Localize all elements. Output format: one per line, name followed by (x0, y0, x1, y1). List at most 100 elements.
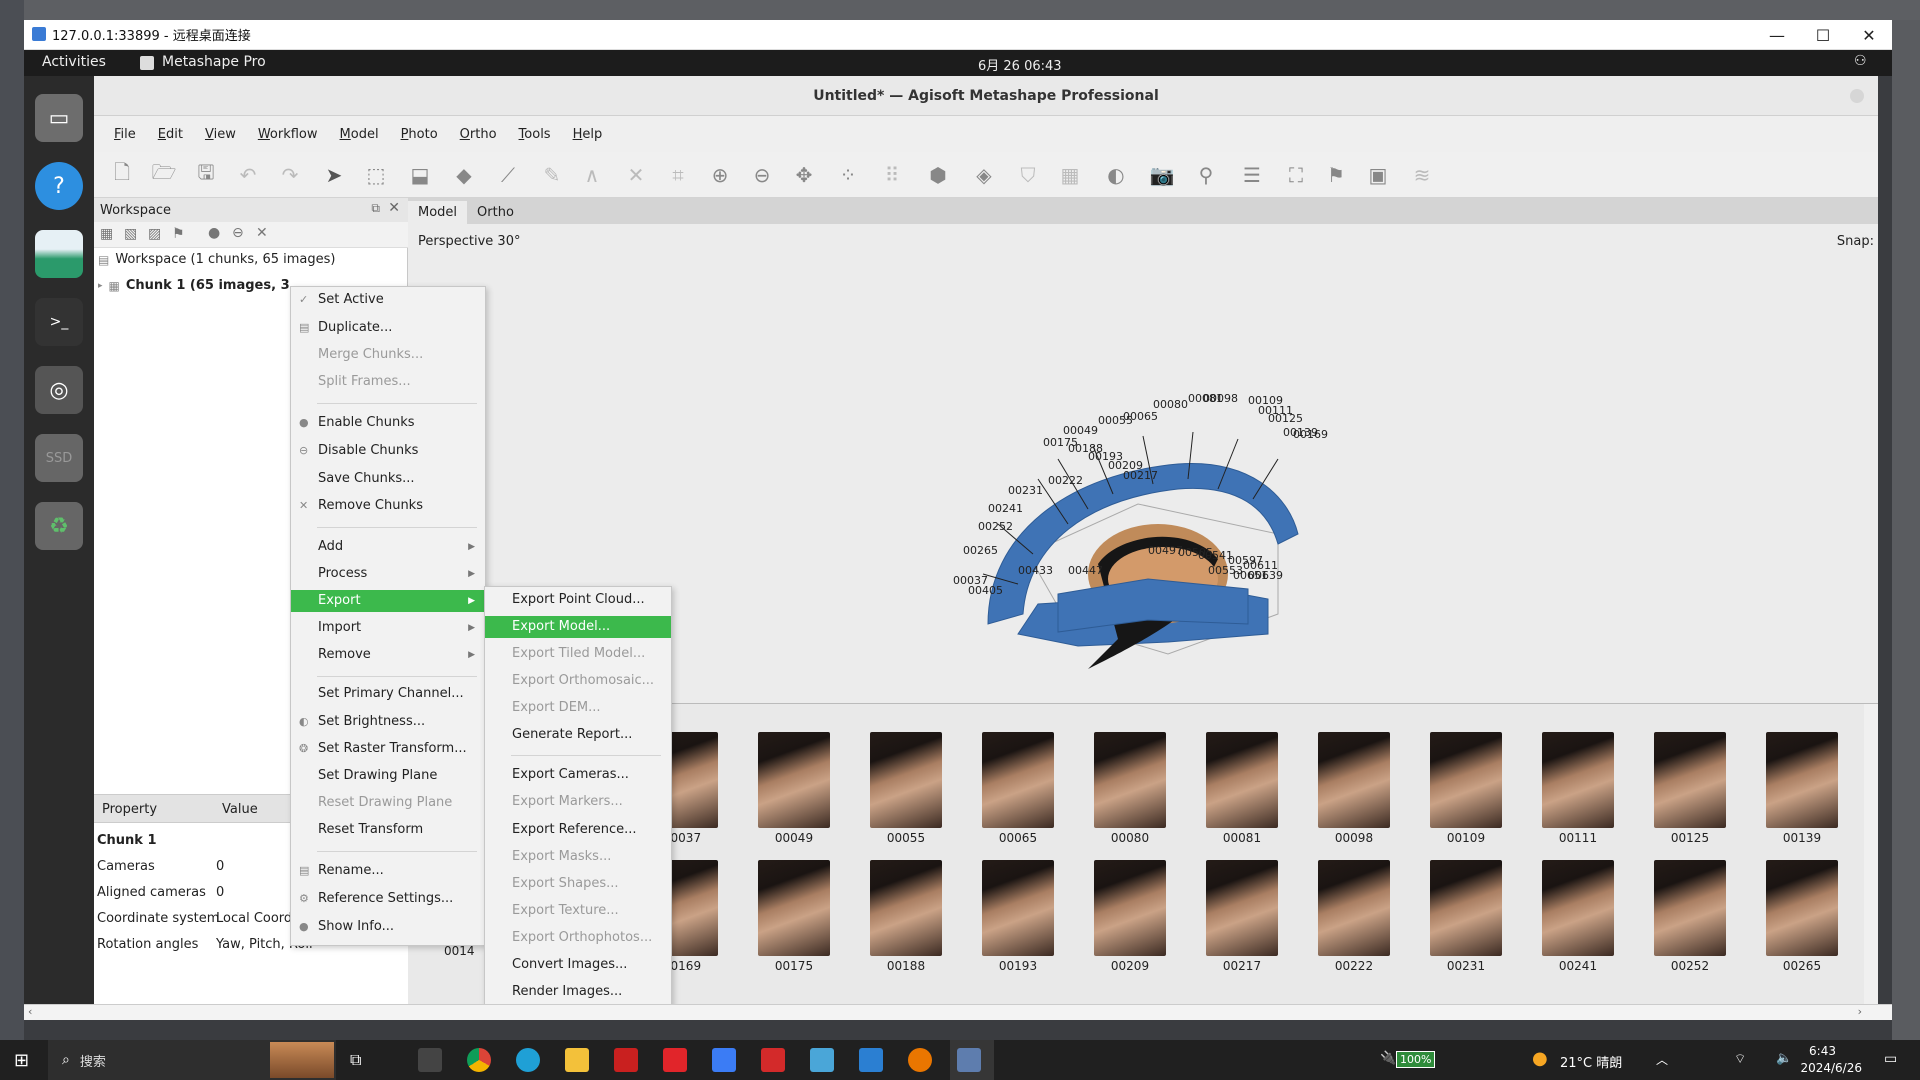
menu-help[interactable]: Help (573, 127, 603, 142)
menu-item-export-texture[interactable]: Export Texture... (485, 900, 671, 922)
photo-thumbnail[interactable] (1206, 860, 1278, 956)
menu-item-export[interactable]: Export ▶ (291, 590, 485, 612)
youdao-app-icon[interactable] (663, 1048, 687, 1072)
photo-thumbnail[interactable] (1430, 732, 1502, 828)
menu-item-export-markers[interactable]: Export Markers... (485, 791, 671, 813)
menu-item-convert-images[interactable]: Convert Images... (485, 954, 671, 976)
menu-item-disable-chunks[interactable]: ⊖ Disable Chunks (291, 440, 485, 462)
tab-ortho[interactable]: Ortho (467, 201, 524, 224)
rotate-object-icon[interactable]: ◆ (450, 161, 478, 189)
dense-cloud-icon[interactable]: ⠿ (878, 161, 906, 189)
vertical-scrollbar[interactable] (1864, 704, 1878, 1004)
tray-network-icon[interactable]: ⌔ (1734, 1051, 1746, 1067)
redo-icon[interactable]: ↷ (276, 161, 304, 189)
battery-indicator[interactable]: 100% (1396, 1051, 1436, 1068)
menu-item-add[interactable]: Add ▶ (291, 536, 485, 558)
scroll-left-icon[interactable]: ‹ (28, 1005, 32, 1018)
flag-icon[interactable]: ⚑ (1322, 161, 1350, 189)
network-icon[interactable]: ⚇ (1854, 53, 1867, 69)
acrobat-app-icon[interactable] (614, 1048, 638, 1072)
menu-item-split-frames[interactable]: Split Frames... (291, 371, 485, 393)
measure-icon[interactable]: ∧ (578, 161, 606, 189)
photo-thumbnail[interactable] (1094, 732, 1166, 828)
wps-app-icon[interactable] (761, 1048, 785, 1072)
disc-icon[interactable]: ◎ (35, 366, 83, 414)
menu-item-merge-chunks[interactable]: Merge Chunks... (291, 344, 485, 366)
photo-thumbnail[interactable] (870, 860, 942, 956)
help-icon[interactable]: ? (35, 162, 83, 210)
menu-item-export-model[interactable]: Export Model... (485, 616, 671, 638)
menu-item-rename[interactable]: ▤ Rename... (291, 860, 485, 882)
column-property[interactable]: Property (102, 802, 157, 817)
float-panel-icon[interactable]: ⧉ (371, 201, 380, 216)
windows-start-icon[interactable]: ⊞ (14, 1050, 29, 1071)
menu-item-export-reference[interactable]: Export Reference... (485, 819, 671, 841)
scroll-right-icon[interactable]: › (1858, 1005, 1862, 1018)
menu-photo[interactable]: Photo (401, 127, 438, 142)
undo-icon[interactable]: ↶ (234, 161, 262, 189)
marker-icon[interactable]: ⚲ (1192, 161, 1220, 189)
resize-region-icon[interactable]: ⬓ (406, 161, 434, 189)
photo-thumbnail[interactable] (758, 732, 830, 828)
photo-thumbnail[interactable] (758, 860, 830, 956)
app-menu-button[interactable]: Metashape Pro (162, 54, 266, 70)
ssd-drive-icon[interactable]: SSD (35, 434, 83, 482)
menu-item-export-tiled-model[interactable]: Export Tiled Model... (485, 643, 671, 665)
menu-model[interactable]: Model (340, 127, 379, 142)
menu-item-export-point-cloud[interactable]: Export Point Cloud... (485, 589, 671, 611)
zoom-out-icon[interactable]: ⊖ (748, 161, 776, 189)
weather-text[interactable]: 21°C 晴朗 (1560, 1052, 1622, 1071)
menu-item-set-active[interactable]: ✓ Set Active (291, 289, 485, 311)
clock-time[interactable]: 6:43 (1786, 1044, 1836, 1058)
menu-item-remove-chunks[interactable]: ✕ Remove Chunks (291, 495, 485, 517)
task-view-icon[interactable]: ⧉ (350, 1050, 361, 1070)
tree-chunk[interactable]: ▸ ▦ Chunk 1 (65 images, 3 (98, 278, 290, 293)
terminal-app-icon[interactable] (418, 1048, 442, 1072)
window-minimize-button[interactable] (1850, 89, 1864, 103)
add-marker-icon[interactable]: ⚑ (172, 226, 185, 242)
menu-item-set-primary-channel[interactable]: Set Primary Channel... (291, 683, 485, 705)
camera-icon[interactable]: 📷 (1148, 161, 1176, 189)
chrome-app-icon[interactable] (467, 1048, 491, 1072)
photo-thumbnail[interactable] (982, 860, 1054, 956)
add-photos-icon[interactable]: ▧ (124, 226, 137, 242)
files-icon[interactable]: ▭ (35, 94, 83, 142)
menu-item-export-shapes[interactable]: Export Shapes... (485, 873, 671, 895)
blender-app-icon[interactable] (908, 1048, 932, 1072)
navigation-icon[interactable]: ➤ (320, 161, 348, 189)
column-value[interactable]: Value (222, 802, 258, 817)
photo-thumbnail[interactable] (1318, 860, 1390, 956)
crop-icon[interactable]: ⌗ (664, 161, 692, 189)
menu-item-reset-transform[interactable]: Reset Transform (291, 819, 485, 841)
vscode-app-icon[interactable] (859, 1048, 883, 1072)
weather-icon[interactable]: ● (1532, 1048, 1548, 1069)
rdp-maximize-button[interactable]: ☐ (1800, 20, 1846, 50)
menu-file[interactable]: File (114, 127, 136, 142)
menu-tools[interactable]: Tools (519, 127, 551, 142)
power-icon[interactable]: 🔌 (1380, 1051, 1396, 1066)
menu-item-show-info[interactable]: ● Show Info... (291, 916, 485, 938)
rdp-minimize-button[interactable]: — (1754, 20, 1800, 50)
open-icon[interactable]: 🗁 (150, 160, 178, 189)
menu-workflow[interactable]: Workflow (258, 127, 318, 142)
dem-icon[interactable]: ▦ (1056, 161, 1084, 189)
activities-button[interactable]: Activities (42, 54, 106, 70)
photo-thumbnail[interactable] (1654, 860, 1726, 956)
move-icon[interactable]: ✥ (790, 161, 818, 189)
model-shaded-icon[interactable]: ⬢ (924, 161, 952, 189)
draw-polyline-icon[interactable]: ⟋ (494, 161, 522, 189)
photo-thumbnail[interactable] (1654, 732, 1726, 828)
menu-item-export-orthophotos[interactable]: Export Orthophotos... (485, 927, 671, 949)
metashape-icon[interactable] (35, 230, 83, 278)
menu-item-export-masks[interactable]: Export Masks... (485, 846, 671, 868)
ruler-icon[interactable]: ✎ (538, 161, 566, 189)
points-icon[interactable]: ⁘ (834, 161, 862, 189)
clock[interactable]: 6月 26 06:43 (978, 55, 1062, 74)
dolphin-app-icon[interactable] (810, 1048, 834, 1072)
expand-arrow-icon[interactable]: ▸ (98, 281, 103, 291)
save-icon[interactable]: 🖫 (192, 160, 220, 189)
menu-item-export-cameras[interactable]: Export Cameras... (485, 764, 671, 786)
photo-thumbnail[interactable] (1206, 732, 1278, 828)
photo-thumbnail[interactable] (870, 732, 942, 828)
terminal-icon[interactable]: >_ (35, 298, 83, 346)
